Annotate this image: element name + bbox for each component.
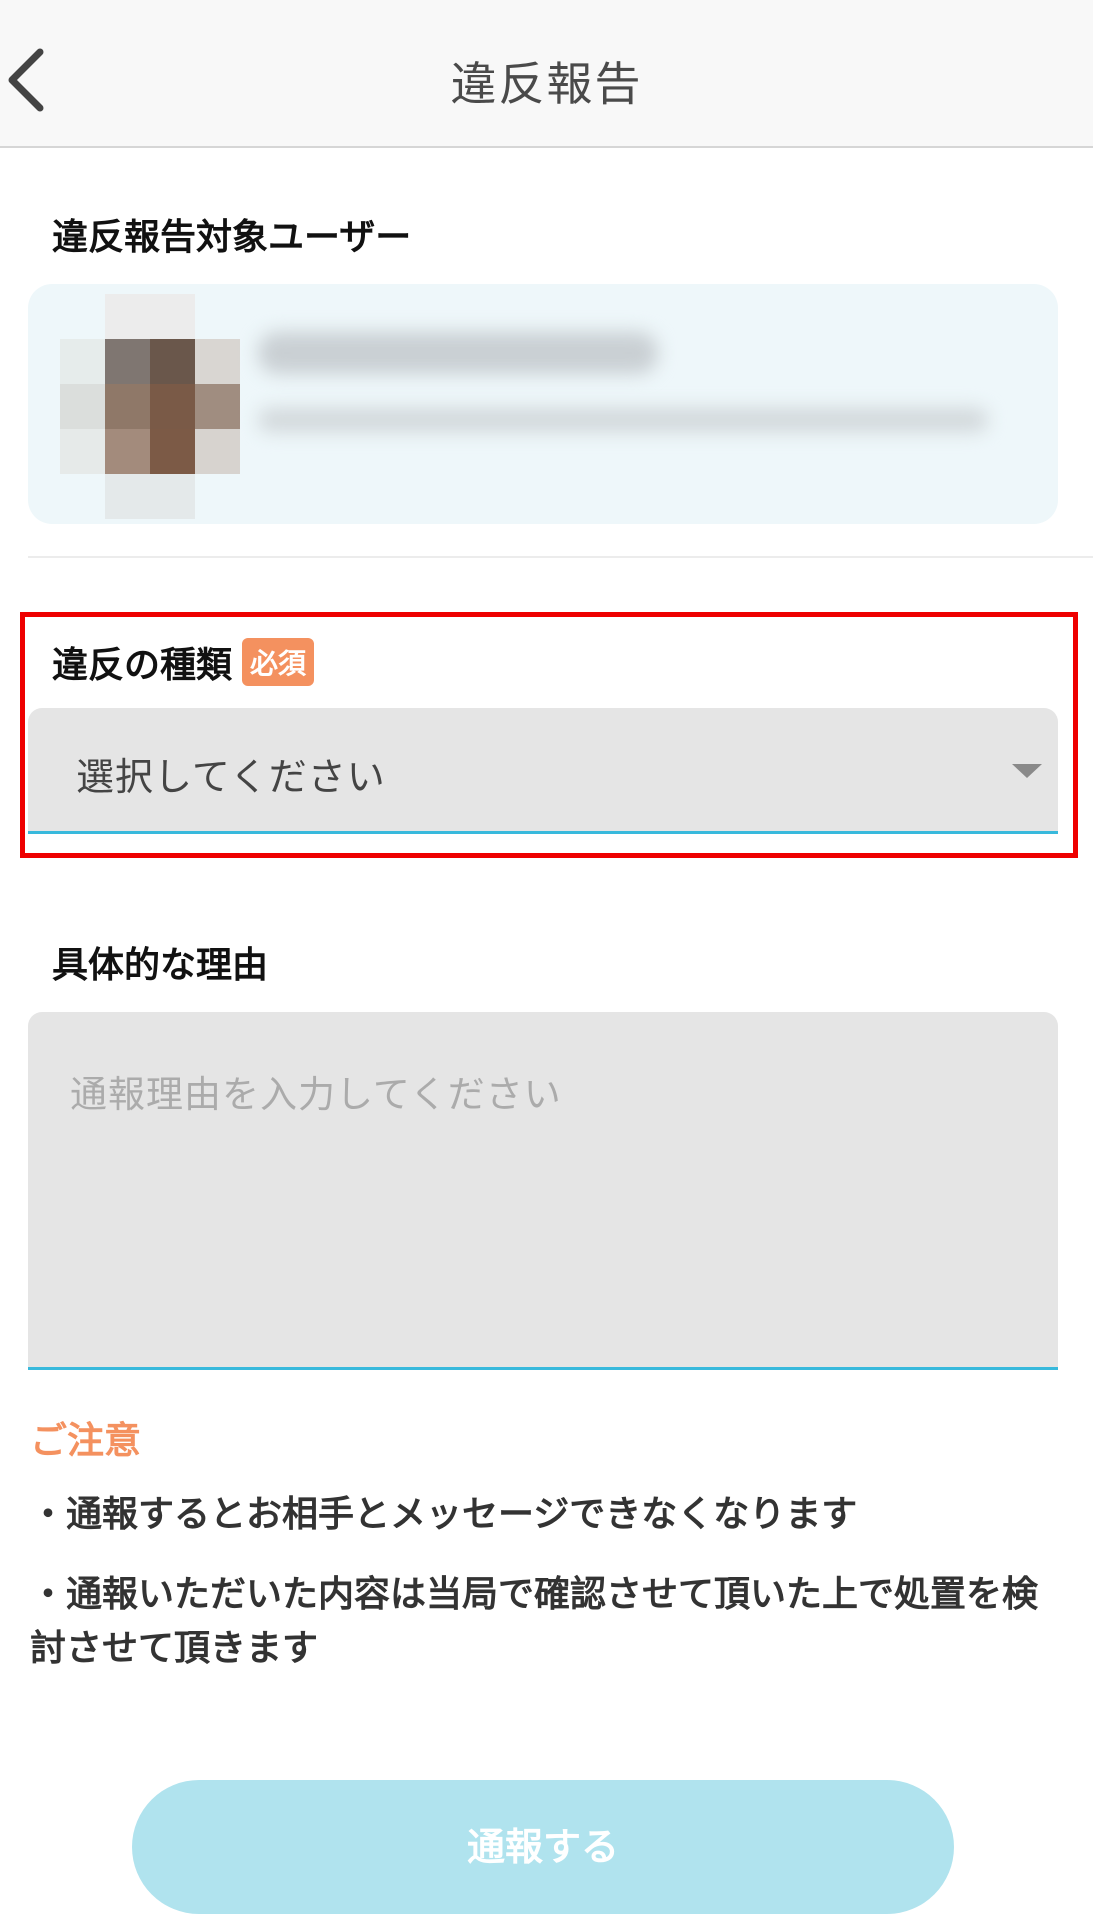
reason-label: 具体的な理由 — [52, 945, 269, 986]
violation-type-label: 違反の種類 必須 — [52, 636, 315, 688]
violation-type-select[interactable]: 選択してください — [28, 708, 1058, 834]
submit-report-button[interactable]: 通報する — [132, 1780, 954, 1914]
user-name-redacted — [258, 332, 658, 374]
section-divider — [28, 556, 1093, 558]
caution-title: ご注意 — [30, 1419, 141, 1462]
reason-textarea[interactable]: 通報理由を入力してください — [28, 1012, 1058, 1370]
reason-placeholder: 通報理由を入力してください — [70, 1073, 562, 1116]
user-details-redacted — [258, 408, 988, 432]
caution-note: ・通報いただいた内容は当局で確認させて頂いた上で処置を検討させて頂きます — [30, 1574, 1039, 1669]
required-badge: 必須 — [242, 638, 315, 686]
target-user-label: 違反報告対象ユーザー — [52, 217, 412, 258]
dropdown-caret-icon — [1012, 764, 1042, 778]
violation-type-select-value: 選択してください — [76, 755, 386, 799]
avatar — [60, 294, 240, 519]
app-header: 違反報告 — [0, 0, 1093, 148]
caution-note: ・通報するとお相手とメッセージできなくなります — [30, 1494, 858, 1535]
page-title: 違反報告 — [450, 57, 643, 111]
target-user-card — [28, 284, 1058, 524]
violation-type-label-text: 違反の種類 — [52, 645, 233, 686]
